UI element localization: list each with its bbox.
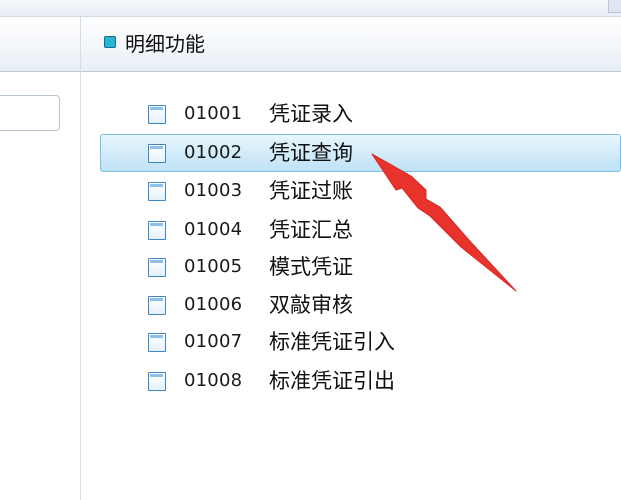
window-top-strip — [0, 0, 621, 17]
document-icon — [148, 105, 166, 124]
menu-item-code: 01007 — [184, 331, 243, 352]
menu-item-voucher-posting[interactable]: 01003 凭证过账 — [100, 172, 621, 210]
menu-item-label: 凭证汇总 — [269, 218, 353, 242]
document-icon — [148, 296, 166, 315]
document-icon — [148, 333, 166, 352]
panel-title: 明细功能 — [125, 32, 205, 56]
menu-item-label: 模式凭证 — [269, 255, 353, 279]
menu-item-code: 01004 — [184, 219, 243, 240]
left-panel-input[interactable] — [0, 95, 60, 131]
document-icon — [148, 144, 166, 163]
menu-item-label: 标准凭证引入 — [269, 330, 395, 354]
menu-item-voucher-entry[interactable]: 01001 凭证录入 — [100, 95, 621, 133]
panel-divider — [80, 17, 81, 500]
menu-item-standard-voucher-export[interactable]: 01008 标准凭证引出 — [100, 362, 621, 400]
menu-item-label: 凭证查询 — [269, 141, 353, 165]
menu-item-code: 01006 — [184, 294, 243, 315]
menu-item-label: 标准凭证引出 — [269, 369, 395, 393]
document-icon — [148, 258, 166, 277]
document-icon — [148, 182, 166, 201]
menu-item-label: 凭证过账 — [269, 179, 353, 203]
square-bullet-icon — [104, 36, 116, 48]
document-icon — [148, 221, 166, 240]
menu-item-template-voucher[interactable]: 01005 模式凭证 — [100, 248, 621, 286]
menu-item-code: 01002 — [184, 142, 243, 163]
menu-item-standard-voucher-import[interactable]: 01007 标准凭证引入 — [100, 323, 621, 361]
menu-item-code: 01001 — [184, 103, 243, 124]
menu-item-code: 01005 — [184, 256, 243, 277]
function-header-bar — [0, 17, 621, 72]
selection-highlight — [100, 134, 621, 172]
menu-item-label: 凭证录入 — [269, 102, 353, 126]
menu-item-voucher-summary[interactable]: 01004 凭证汇总 — [100, 211, 621, 249]
document-icon — [148, 372, 166, 391]
window-corner-tab — [608, 0, 621, 13]
menu-item-double-check-audit[interactable]: 01006 双敲审核 — [100, 286, 621, 324]
menu-item-voucher-query[interactable]: 01002 凭证查询 — [100, 134, 621, 172]
menu-item-code: 01008 — [184, 370, 243, 391]
menu-item-code: 01003 — [184, 180, 243, 201]
menu-item-label: 双敲审核 — [269, 293, 353, 317]
